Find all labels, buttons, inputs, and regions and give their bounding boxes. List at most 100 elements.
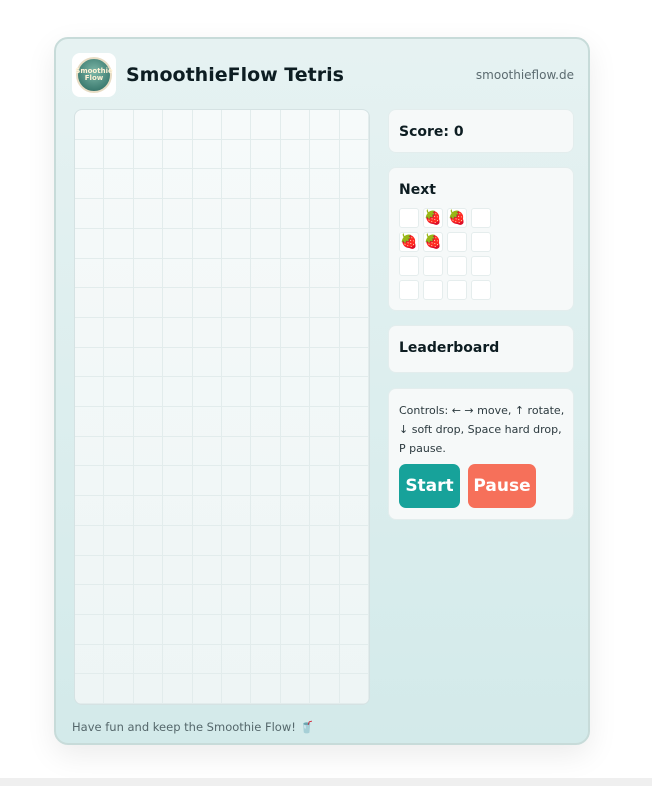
board-cell [221,525,252,556]
score-label: Score: 0 [399,124,464,140]
board-cell [339,436,369,467]
next-cell-empty [423,280,443,300]
board-cell [133,199,164,229]
board-cell [75,644,105,675]
board-cell [251,317,281,348]
next-cell-empty [471,256,491,276]
board-cell [339,377,369,407]
next-cell-empty [399,208,419,228]
board-cell [310,228,340,259]
board-cell [310,674,340,704]
board-cell [310,466,340,497]
board-cell [221,496,252,526]
board-cell [251,407,281,437]
board-cell [104,674,134,704]
board-cell [251,258,281,289]
board-cell [339,228,369,259]
board-cell [163,317,193,348]
board-cell [104,169,134,200]
board-cell [280,199,311,229]
board-cell [163,525,193,556]
logo: Smoothie Flow [72,53,116,97]
board-cell [251,347,281,378]
board-cell [163,585,193,615]
controls-help-text: Controls: ← → move, ↑ rotate, ↓ soft dro… [399,404,565,455]
board-cell [104,317,134,348]
board-cell [339,110,369,140]
board-cell [280,585,311,615]
board-cell [221,139,252,170]
board-cell [133,139,164,170]
board-cell [339,258,369,289]
board-cell [339,199,369,229]
board-cell [251,674,281,704]
board-cell [192,585,222,615]
board-cell [310,199,340,229]
next-cell-empty [471,232,491,252]
board-cell [133,644,164,675]
board-cell [310,407,340,437]
board-cell [192,436,222,467]
board-cell [310,585,340,615]
board-cell [75,407,105,437]
board-cell [221,436,252,467]
board-cell [75,496,105,526]
board-cell [192,555,222,586]
board-cell [75,228,105,259]
board-cell [163,199,193,229]
board-cell [221,110,252,140]
board-cell [133,228,164,259]
board-cell [221,347,252,378]
board-cell [104,644,134,675]
board-cell [104,436,134,467]
board-cell [163,288,193,318]
board-cell [75,466,105,497]
next-cell-empty [471,280,491,300]
board-cell [310,110,340,140]
board-cell [280,466,311,497]
board-cell [221,228,252,259]
board-cell [310,317,340,348]
board-cell [221,199,252,229]
smoothie-logo-icon: Smoothie Flow [75,57,113,93]
board-cell [251,614,281,645]
board-cell [339,585,369,615]
board-cell [310,644,340,675]
board-cell [251,585,281,615]
board-cell [75,139,105,170]
board-cell [163,377,193,407]
board-cell [310,525,340,556]
board-cell [221,288,252,318]
board-cell [221,466,252,497]
game-board[interactable] [74,109,370,705]
board-cell [339,674,369,704]
board-cell [104,555,134,586]
board-cell [339,466,369,497]
board-cell [133,347,164,378]
board-cell [133,317,164,348]
pause-button[interactable]: Pause [468,464,536,508]
board-cell [75,377,105,407]
board-cell [221,644,252,675]
start-button[interactable]: Start [399,464,460,508]
board-cell [280,674,311,704]
board-cell [192,466,222,497]
board-cell [251,496,281,526]
board-cell [104,258,134,289]
board-cell [280,347,311,378]
board-cell [104,585,134,615]
board-cell [75,555,105,586]
board-cell [133,258,164,289]
page-bottom-bar [0,778,652,786]
board-cell [75,199,105,229]
controls-panel: Controls: ← → move, ↑ rotate, ↓ soft dro… [388,388,574,520]
board-cell [280,555,311,586]
board-cell [221,377,252,407]
board-cell [192,228,222,259]
board-cell [163,407,193,437]
board-cell [163,169,193,200]
board-cell [221,585,252,615]
board-cell [221,555,252,586]
next-cell-strawberry-icon: 🍓 [423,208,443,228]
board-cell [280,614,311,645]
